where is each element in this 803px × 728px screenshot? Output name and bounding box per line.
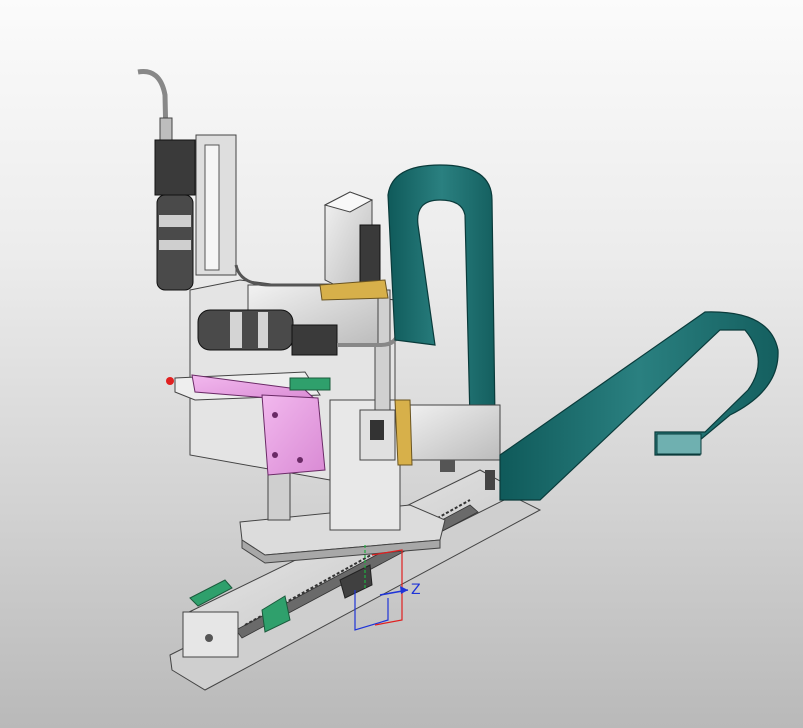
- triad-z-label: Z: [411, 582, 421, 598]
- cad-viewport[interactable]: Z: [0, 0, 803, 728]
- cable-carrier-horizontal[interactable]: [499, 311, 779, 501]
- machine-assembly-model[interactable]: [0, 0, 803, 728]
- servo-motor-top[interactable]: [319, 191, 389, 301]
- top-camera[interactable]: [137, 68, 196, 291]
- cable-carrier-vertical[interactable]: [387, 164, 496, 421]
